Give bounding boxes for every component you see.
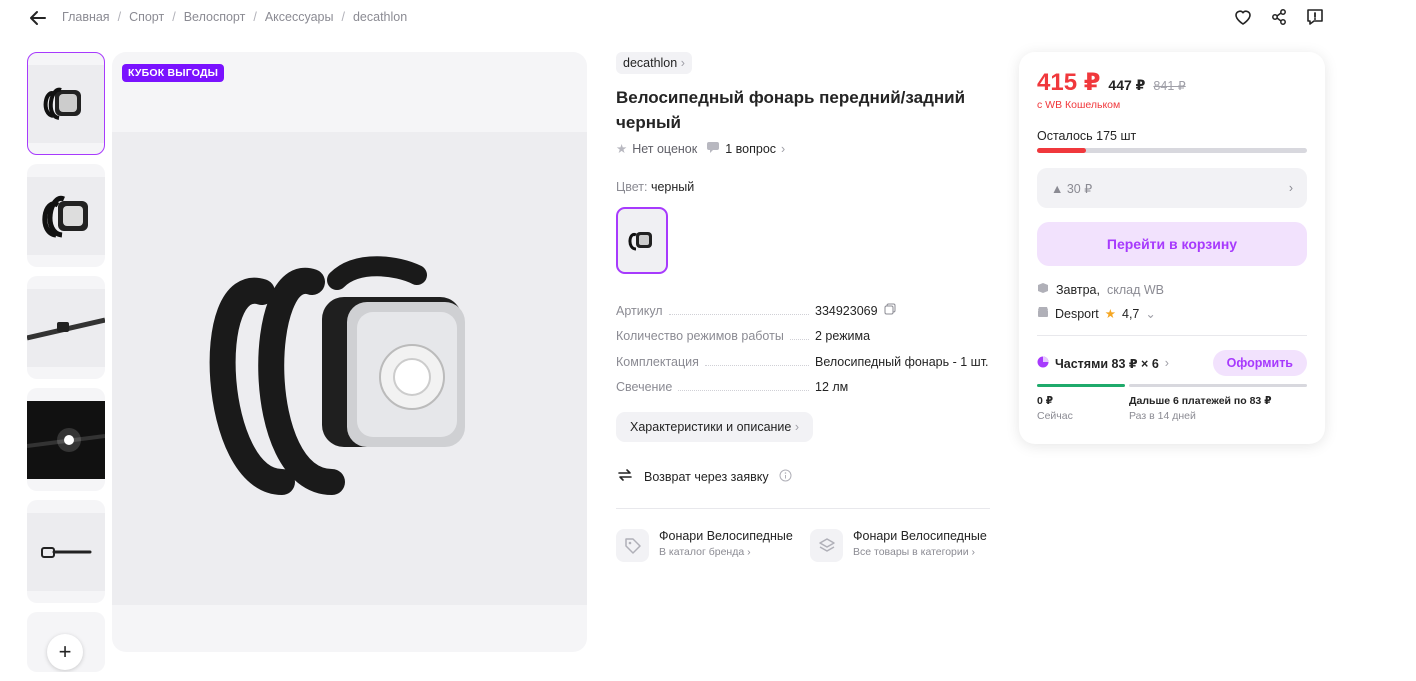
return-arrows-icon xyxy=(616,466,634,487)
product-photo xyxy=(112,132,587,605)
breadcrumb-item[interactable]: decathlon xyxy=(353,10,407,24)
thumbnail[interactable] xyxy=(27,164,105,267)
spec-row: Свечение 12 лм xyxy=(616,380,849,395)
heart-icon[interactable] xyxy=(1232,6,1254,28)
back-arrow-icon[interactable] xyxy=(28,8,48,28)
bike-light-thumb-image xyxy=(27,176,105,255)
order-installment-button[interactable]: Оформить xyxy=(1212,350,1307,376)
product-title: Велосипедный фонарь передний/задний черн… xyxy=(616,88,966,132)
box-icon xyxy=(1037,282,1049,297)
layers-icon xyxy=(810,529,843,562)
question-icon xyxy=(706,141,720,156)
go-to-cart-button[interactable]: Перейти в корзину xyxy=(1037,222,1307,266)
promo-badge: КУБОК ВЫГОДЫ xyxy=(122,64,225,82)
bike-light-mounted-image xyxy=(27,288,105,367)
breadcrumb-item[interactable]: Аксессуары xyxy=(265,10,334,24)
report-icon[interactable] xyxy=(1304,6,1326,28)
spec-row: Комплектация Велосипедный фонарь - 1 шт. xyxy=(616,354,989,369)
price-without-wallet: 447 ₽ xyxy=(1108,77,1146,93)
characteristics-button[interactable]: Характеристики и описание › xyxy=(616,412,814,442)
specs-table: Артикул 334923069 Количество режимов раб… xyxy=(616,298,992,400)
copy-icon[interactable] xyxy=(884,303,896,318)
thumbnail[interactable]: + xyxy=(27,612,105,672)
stock-text: Осталось 175 шт xyxy=(1037,129,1137,143)
bike-light-night-image xyxy=(27,400,105,479)
installment-progress xyxy=(1037,384,1307,387)
main-product-image[interactable]: КУБОК ВЫГОДЫ xyxy=(112,52,587,652)
rating-text[interactable]: Нет оценок xyxy=(632,142,697,156)
price-card: 415 ₽ 447 ₽ 841 ₽ с WB Кошельком Осталос… xyxy=(1019,52,1325,444)
thumbnail-list: + xyxy=(27,52,106,681)
seller-row[interactable]: Desport ★ 4,7 ⌄ xyxy=(1037,306,1307,321)
more-thumbnails-button[interactable]: + xyxy=(47,634,83,670)
divider xyxy=(1037,335,1307,336)
spec-row: Артикул 334923069 xyxy=(616,298,992,324)
installment-link[interactable]: Частями 83 ₽ × 6 › xyxy=(1037,356,1169,371)
share-icon[interactable] xyxy=(1268,6,1290,28)
promo-discount-row[interactable]: ▲ 30 ₽ › xyxy=(1037,168,1307,208)
thumbnail[interactable] xyxy=(27,500,105,603)
breadcrumb-item[interactable]: Главная xyxy=(62,10,110,24)
brand-catalog-link[interactable]: Фонари Велосипедные В каталог бренда › xyxy=(616,529,798,562)
bike-light-thumb-image xyxy=(28,64,104,143)
divider xyxy=(616,508,990,509)
brand-link[interactable]: decathlon › xyxy=(616,52,692,74)
bike-light-side-image xyxy=(27,512,105,591)
info-icon[interactable] xyxy=(779,469,792,485)
pie-icon xyxy=(1037,356,1049,371)
chevron-right-icon: › xyxy=(1288,181,1293,195)
spec-row: Количество режимов работы 2 режима xyxy=(616,329,871,344)
price-main: 415 ₽ xyxy=(1037,69,1101,96)
breadcrumb-item[interactable]: Спорт xyxy=(129,10,164,24)
breadcrumb: Главная / Спорт / Велоспорт / Аксессуары / d… xyxy=(62,10,408,24)
color-swatch[interactable] xyxy=(616,207,668,274)
delivery-info: Завтра, склад WB xyxy=(1037,282,1307,297)
product-info: decathlon › Велосипедный фонарь передний… xyxy=(616,52,992,562)
star-icon: ★ xyxy=(616,142,628,156)
top-bar: Главная / Спорт / Велоспорт / Аксессуары / d… xyxy=(0,0,1416,36)
article-number: 334923069 xyxy=(815,303,878,318)
thumbnail[interactable] xyxy=(27,388,105,491)
tag-icon xyxy=(616,529,649,562)
thumbnail[interactable] xyxy=(27,276,105,379)
questions-link[interactable]: 1 вопрос xyxy=(725,142,776,156)
stock-bar xyxy=(1037,148,1307,153)
breadcrumb-item[interactable]: Велоспорт xyxy=(184,10,246,24)
wallet-note[interactable]: с WB Кошельком xyxy=(1037,99,1307,111)
shop-icon xyxy=(1037,306,1049,321)
star-icon: ★ xyxy=(1104,307,1116,321)
thumbnail[interactable] xyxy=(27,52,105,155)
return-info: Возврат через заявку xyxy=(616,466,992,487)
color-label: Цвет: черный xyxy=(616,180,695,194)
price-crossed: 841 ₽ xyxy=(1153,79,1186,93)
category-link[interactable]: Фонари Велосипедные Все товары в категор… xyxy=(810,529,992,562)
